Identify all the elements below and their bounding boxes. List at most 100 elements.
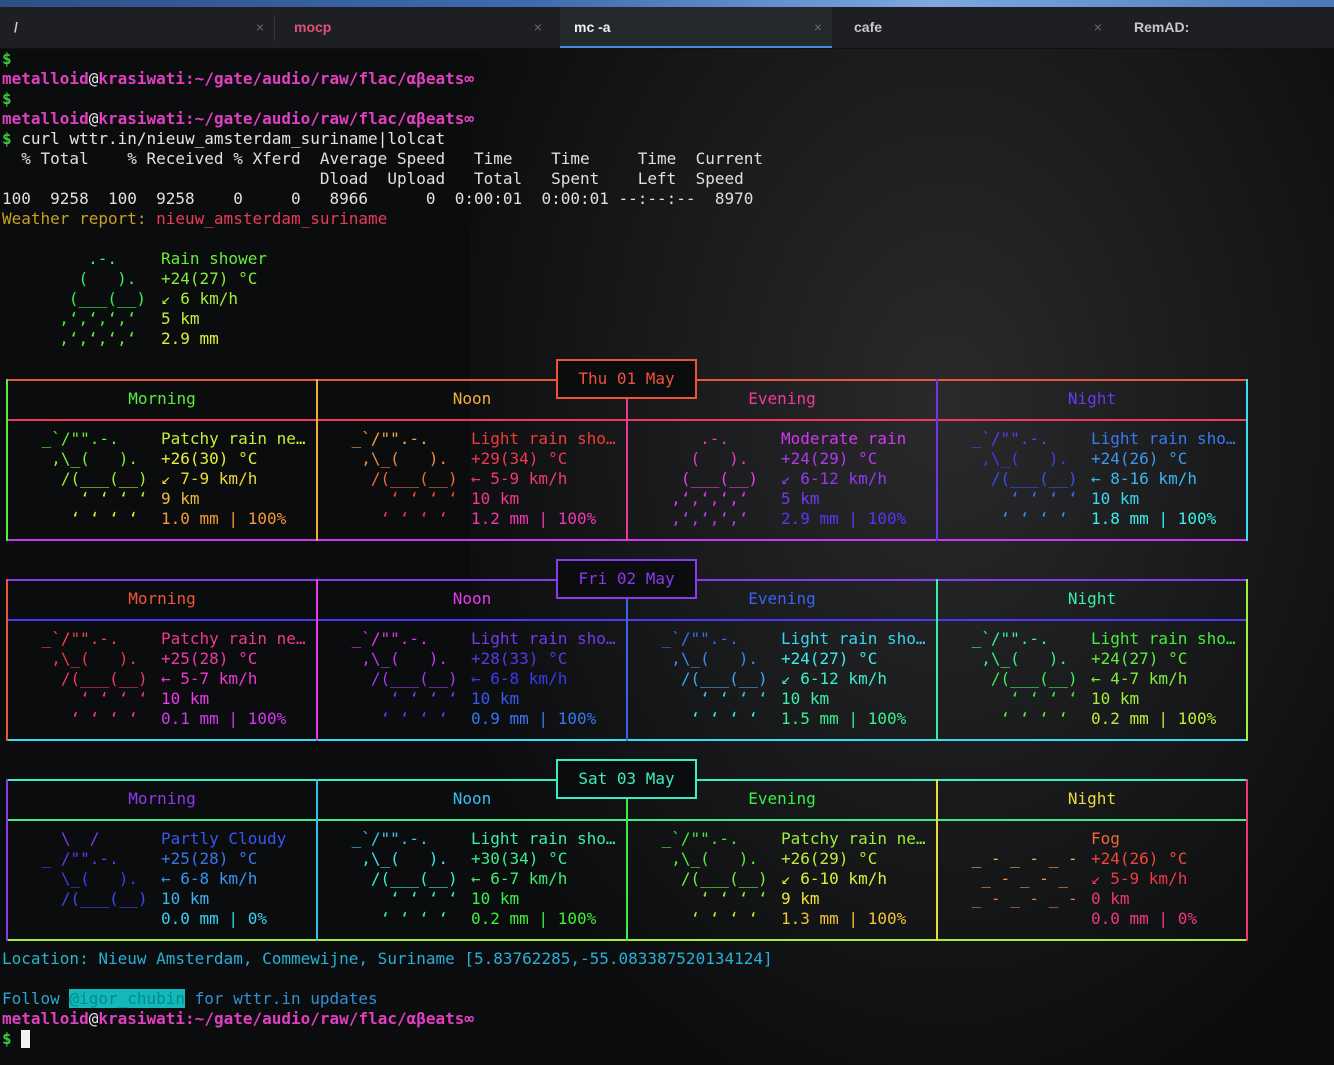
current-weather-line: +24(27) °C xyxy=(161,269,258,288)
period-header-morning: Morning xyxy=(128,589,196,608)
forecast-line: +24(27) °C xyxy=(1091,649,1188,668)
weather-icon-art: _`/"".-. xyxy=(32,629,119,648)
prompt-host: krasiwati xyxy=(98,69,186,88)
table-column-border xyxy=(1246,779,1248,941)
close-icon[interactable]: × xyxy=(814,19,822,35)
weather-icon-art: ʻ ʻ ʻ ʻ xyxy=(342,909,448,928)
forecast-line: 10 km xyxy=(161,689,210,708)
tab-divider xyxy=(274,15,275,41)
curl-header: Dload Upload Total Spent Left Speed xyxy=(2,169,744,188)
tab-root[interactable]: / × xyxy=(0,7,274,48)
forecast-line: +26(29) °C xyxy=(781,849,878,868)
prompt-user: metalloid xyxy=(2,69,89,88)
forecast-line: 0.9 mm | 100% xyxy=(471,709,597,728)
weather-icon-art: /(___(__) xyxy=(32,889,148,908)
weather-icon-art: _`/"".-. xyxy=(962,429,1049,448)
forecast-line: 2.9 mm | 100% xyxy=(781,509,907,528)
terminal-output[interactable]: $ metalloid@krasiwati:~/gate/audio/raw/fl… xyxy=(2,49,1332,1065)
forecast-line: Light rain sho… xyxy=(471,829,616,848)
weather-icon-art: _ - _ - _ - xyxy=(962,889,1078,908)
shell-prompt: $ xyxy=(2,89,12,109)
weather-icon-art: ʻ ʻ ʻ ʻ xyxy=(32,509,138,528)
forecast-line: ← 6-8 km/h xyxy=(471,669,568,688)
forecast-line: 1.0 mm | 100% xyxy=(161,509,287,528)
weather-icon-art: ,\_( ). xyxy=(342,449,448,468)
current-weather-line: Rain shower xyxy=(161,249,267,268)
tab-label: RemAD: xyxy=(1134,19,1190,35)
forecast-line: Moderate rain xyxy=(781,429,907,448)
shell-prompt: $ xyxy=(2,49,12,69)
prompt-at: @ xyxy=(88,109,99,128)
dollar-sign: $ xyxy=(2,1029,12,1048)
period-header-morning: Morning xyxy=(128,389,196,408)
weather-icon-art: /(___(__) xyxy=(652,669,768,688)
current-weather-line: 5 km xyxy=(161,309,200,328)
weather-icon-art: (___(__) xyxy=(652,469,758,488)
forecast-line: 10 km xyxy=(161,889,210,908)
forecast-line: ↙ 6-10 km/h xyxy=(781,869,887,888)
current-weather-art: ‚ʻ‚ʻ‚ʻ‚ʻ xyxy=(40,309,137,328)
weather-icon-art: ,\_( ). xyxy=(342,649,448,668)
weather-icon-art: ,\_( ). xyxy=(962,449,1068,468)
cursor xyxy=(21,1030,31,1048)
desktop-top-strip xyxy=(0,0,1334,7)
forecast-line: 0 km xyxy=(1091,889,1130,908)
follow-post: for wttr.in updates xyxy=(185,989,378,1008)
table-column-border xyxy=(1246,379,1248,541)
close-icon[interactable]: × xyxy=(1094,19,1102,35)
prompt-path: :~/gate/audio/raw/flac/αβeats∞ xyxy=(185,1009,475,1028)
dollar-sign: $ xyxy=(2,129,12,148)
close-icon[interactable]: × xyxy=(534,19,542,35)
forecast-line: +25(28) °C xyxy=(161,649,258,668)
weather-icon-art: ʻ ʻ ʻ ʻ xyxy=(342,689,458,708)
forecast-line: 0.2 mm | 100% xyxy=(1091,709,1217,728)
current-weather-art: (___(__) xyxy=(40,289,146,308)
period-header-noon: Noon xyxy=(452,589,492,608)
forecast-line: ↙ 6-12 km/h xyxy=(781,669,887,688)
report-place: nieuw_amsterdam_suriname xyxy=(156,209,388,228)
tab-mocp[interactable]: mocp × xyxy=(280,7,552,48)
forecast-line: 10 km xyxy=(471,689,520,708)
forecast-line: 9 km xyxy=(781,889,820,908)
forecast-line: 1.3 mm | 100% xyxy=(781,909,907,928)
forecast-line: 10 km xyxy=(471,489,520,508)
weather-icon-art: ʻ ʻ ʻ ʻ xyxy=(652,909,758,928)
weather-report-line: Weather report: nieuw_amsterdam_suriname xyxy=(2,209,387,229)
table-column-border xyxy=(1246,579,1248,741)
weather-icon-art: ‚ʻ‚ʻ‚ʻ‚ʻ xyxy=(652,509,749,528)
current-weather-line: ↙ 6 km/h xyxy=(161,289,239,308)
weather-icon-art: ʻ ʻ ʻ ʻ xyxy=(32,489,148,508)
period-header-noon: Noon xyxy=(452,789,492,808)
weather-icon-art: .-. xyxy=(652,429,730,448)
tab-cafe[interactable]: cafe × xyxy=(840,7,1112,48)
weather-icon-art: ʻ ʻ ʻ ʻ xyxy=(32,689,148,708)
weather-icon-art: ʻ ʻ ʻ ʻ xyxy=(342,489,458,508)
forecast-line: Light rain sho… xyxy=(781,629,926,648)
weather-icon-art: _`/"".-. xyxy=(962,629,1049,648)
prompt-host: krasiwati xyxy=(98,1009,186,1028)
prompt-line: metalloid@krasiwati:~/gate/audio/raw/fla… xyxy=(2,69,474,89)
period-header-night: Night xyxy=(1067,389,1117,408)
forecast-line: +25(28) °C xyxy=(161,849,258,868)
current-weather-art: ( ). xyxy=(40,269,137,288)
forecast-line: +30(34) °C xyxy=(471,849,568,868)
weather-icon-art: ,\_( ). xyxy=(32,449,138,468)
close-icon[interactable]: × xyxy=(256,19,264,35)
forecast-line: Light rain sho… xyxy=(471,429,616,448)
weather-icon-art: /(___(__) xyxy=(342,669,458,688)
tab-mc-a[interactable]: mc -a × xyxy=(560,7,832,48)
forecast-line: Partly Cloudy xyxy=(161,829,287,848)
report-label: Weather report: xyxy=(2,209,157,228)
period-header-evening: Evening xyxy=(748,589,816,608)
tab-remad[interactable]: RemAD: xyxy=(1120,7,1334,48)
curl-values: 100 9258 100 9258 0 0 8966 0 0:00:01 0:0… xyxy=(2,189,754,208)
prompt-at: @ xyxy=(88,69,99,88)
dollar-sign: $ xyxy=(2,49,12,68)
location-value: Nieuw Amsterdam, Commewijne, Suriname [5… xyxy=(98,949,773,968)
weather-icon-art: ʻ ʻ ʻ ʻ xyxy=(342,889,458,908)
forecast-line: +24(26) °C xyxy=(1091,449,1188,468)
weather-icon-art: /(___(__) xyxy=(32,669,148,688)
weather-icon-art: ʻ ʻ ʻ ʻ xyxy=(962,489,1078,508)
weather-icon-art: ʻ ʻ ʻ ʻ xyxy=(962,709,1068,728)
weather-icon-art: /(___(__) xyxy=(32,469,148,488)
